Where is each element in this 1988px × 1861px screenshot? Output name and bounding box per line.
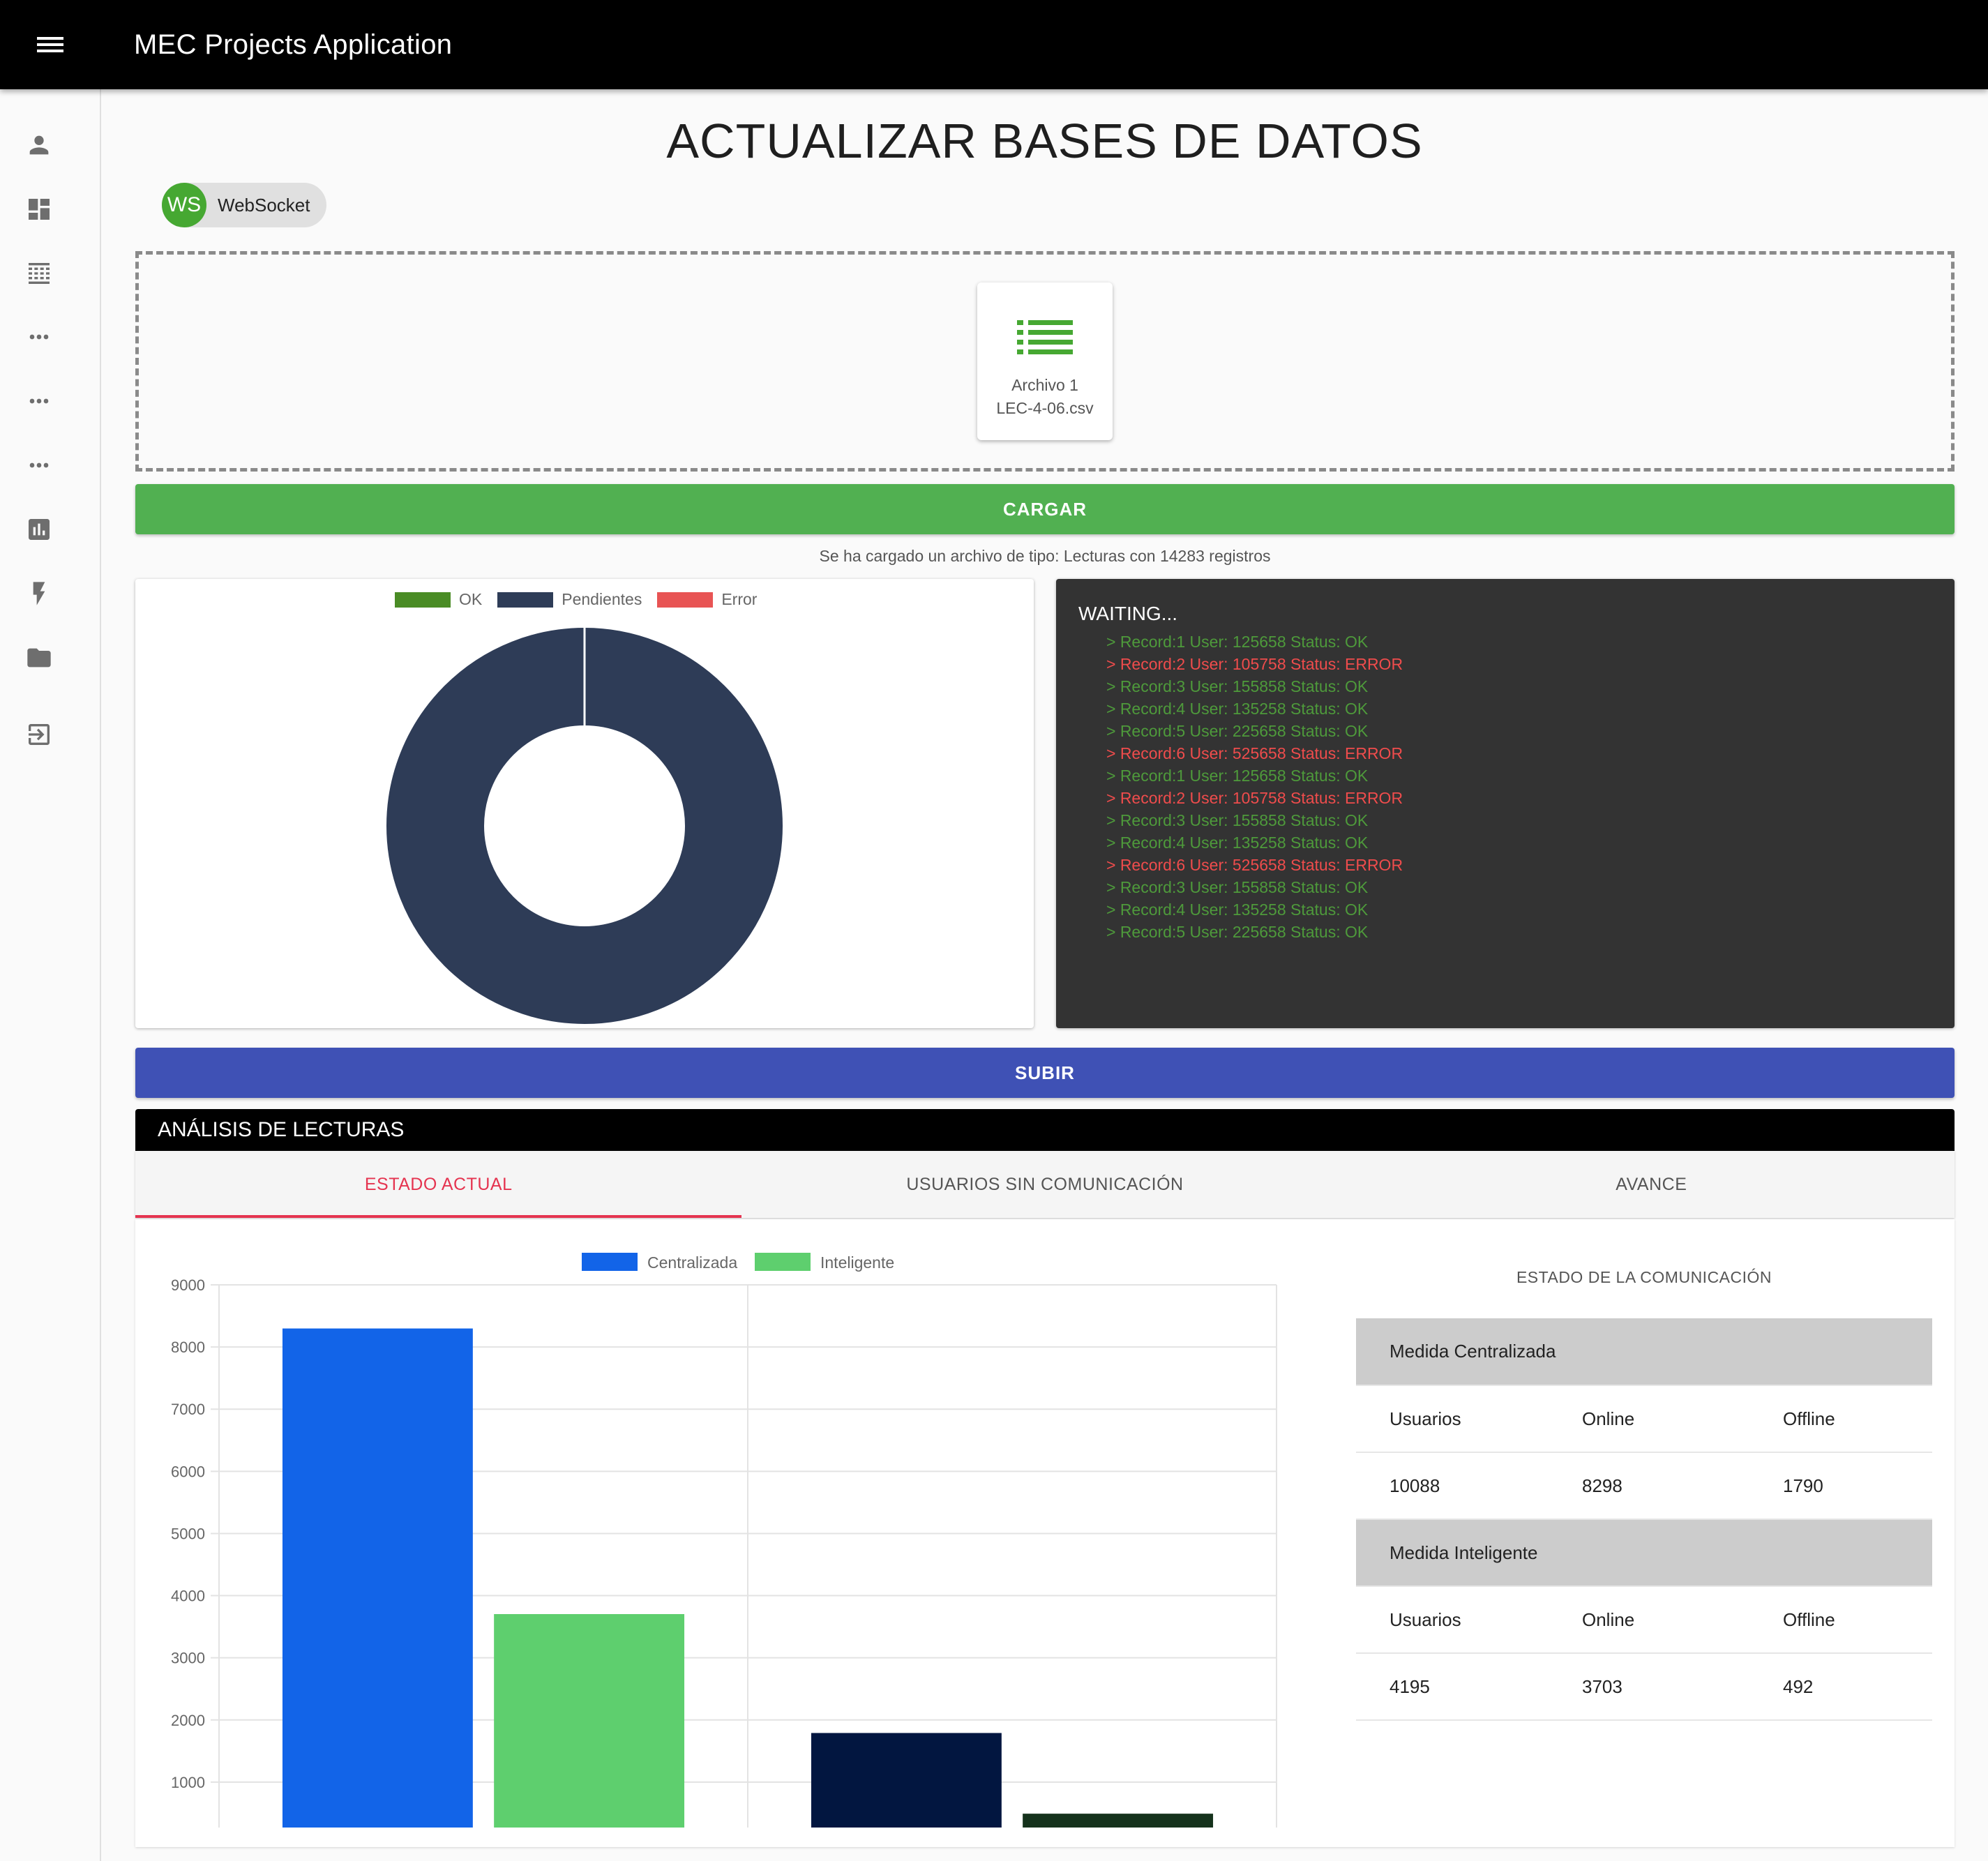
log-line: > Record:4 User: 135258 Status: OK [1106, 901, 1369, 919]
header-offline: Offline [1783, 1385, 1932, 1453]
communication-title: ESTADO DE LA COMUNICACIÓN [1516, 1268, 1772, 1286]
y-tick-label: 4000 [171, 1588, 205, 1605]
file-name: LEC-4-06.csv [996, 399, 1094, 417]
legend-swatch[interactable] [582, 1253, 638, 1271]
upload-button[interactable]: SUBIR [135, 1048, 1955, 1098]
donut-chart [386, 628, 783, 1024]
websocket-log: WAITING... > Record:1 User: 125658 Statu… [1056, 579, 1955, 1028]
file-card[interactable]: Archivo 1 LEC-4-06.csv [977, 282, 1113, 440]
tab-usuarios-sin-comunicacion[interactable]: USUARIOS SIN COMUNICACIÓN [741, 1151, 1348, 1218]
value-usuarios: 10088 [1356, 1452, 1582, 1520]
y-tick-label: 9000 [171, 1276, 205, 1294]
folder-icon[interactable] [0, 633, 78, 682]
log-lines: > Record:1 User: 125658 Status: OK > Reco… [1106, 631, 1403, 943]
y-tick-label: 6000 [171, 1463, 205, 1480]
legend-swatch[interactable] [755, 1253, 811, 1271]
websocket-chip[interactable]: WS WebSocket [162, 183, 326, 227]
log-line: > Record:5 User: 225658 Status: OK [1106, 923, 1369, 941]
app-title: MEC Projects Application [134, 29, 453, 60]
bar[interactable] [811, 1733, 1002, 1828]
flash-icon[interactable] [0, 569, 78, 618]
list-icon [1017, 320, 1073, 354]
log-title: WAITING... [1078, 603, 1178, 624]
more-horiz-icon[interactable] [0, 377, 78, 425]
group-row: Medida Inteligente [1356, 1519, 1932, 1587]
bar[interactable] [282, 1328, 473, 1828]
tab-avance[interactable]: AVANCE [1348, 1151, 1955, 1218]
group-name: Medida Centralizada [1356, 1318, 1932, 1386]
log-line: > Record:3 User: 155858 Status: OK [1106, 677, 1369, 695]
bar[interactable] [494, 1614, 685, 1828]
legend-label[interactable]: Inteligente [820, 1253, 894, 1272]
log-line: > Record:6 User: 525658 Status: ERROR [1106, 744, 1403, 762]
bar[interactable] [1023, 1814, 1214, 1828]
y-tick-label: 7000 [171, 1401, 205, 1418]
log-line: > Record:3 User: 155858 Status: OK [1106, 878, 1369, 896]
bar-chart-icon[interactable] [0, 505, 78, 554]
upload-status-message: Se ha cargado un archivo de tipo: Lectur… [819, 547, 1271, 565]
person-icon[interactable] [0, 121, 78, 169]
analysis-header: ANÁLISIS DE LECTURAS [135, 1109, 1955, 1151]
group-row: Medida Centralizada [1356, 1318, 1932, 1386]
value-usuarios: 4195 [1356, 1653, 1582, 1721]
log-line: > Record:4 User: 135258 Status: OK [1106, 700, 1369, 718]
log-line: > Record:3 User: 155858 Status: OK [1106, 811, 1369, 829]
chip-avatar: WS [162, 183, 206, 227]
login-icon[interactable] [0, 710, 78, 759]
y-tick-label: 8000 [171, 1339, 205, 1356]
value-offline: 1790 [1783, 1452, 1932, 1520]
y-tick-label: 1000 [171, 1774, 205, 1791]
log-line: > Record:1 User: 125658 Status: OK [1106, 767, 1369, 785]
log-line: > Record:2 User: 105758 Status: ERROR [1106, 655, 1403, 673]
more-horiz-icon[interactable] [0, 312, 78, 361]
header-row: Usuarios Online Offline [1356, 1586, 1932, 1654]
load-button[interactable]: CARGAR [135, 484, 1955, 534]
header-online: Online [1582, 1385, 1783, 1453]
app-bar: MEC Projects Application [0, 0, 1988, 89]
y-tick-label: 3000 [171, 1650, 205, 1667]
value-offline: 492 [1783, 1653, 1932, 1721]
dashboard-icon[interactable] [0, 185, 78, 234]
status-bar-chart: CentralizadaInteligente01000200030004000… [171, 1253, 1277, 1828]
header-row: Usuarios Online Offline [1356, 1385, 1932, 1453]
analysis-tabs: ESTADO ACTUAL USUARIOS SIN COMUNICACIÓN … [135, 1151, 1955, 1218]
log-line: > Record:1 User: 125658 Status: OK [1106, 633, 1369, 651]
group-name: Medida Inteligente [1356, 1519, 1932, 1587]
header-usuarios: Usuarios [1356, 1385, 1582, 1453]
page-title: ACTUALIZAR BASES DE DATOS [666, 114, 1423, 168]
sidebar [0, 89, 101, 1861]
value-online: 3703 [1582, 1653, 1783, 1721]
table-icon[interactable] [0, 249, 78, 298]
progress-donut-card: OK Pendientes Error [135, 579, 1034, 1028]
log-line: > Record:4 User: 135258 Status: OK [1106, 834, 1369, 852]
y-tick-label: 2000 [171, 1712, 205, 1729]
menu-icon[interactable] [0, 0, 100, 89]
log-line: > Record:2 User: 105758 Status: ERROR [1106, 789, 1403, 807]
log-line: > Record:5 User: 225658 Status: OK [1106, 722, 1369, 740]
file-label: Archivo 1 [1011, 376, 1078, 394]
header-online: Online [1582, 1586, 1783, 1654]
legend-label[interactable]: Centralizada [647, 1253, 737, 1272]
value-online: 8298 [1582, 1452, 1783, 1520]
communication-table: Medida Centralizada Usuarios Online Offl… [1356, 1318, 1932, 1721]
header-offline: Offline [1783, 1586, 1932, 1654]
tab-estado-actual[interactable]: ESTADO ACTUAL [135, 1151, 742, 1218]
header-usuarios: Usuarios [1356, 1586, 1582, 1654]
more-horiz-icon[interactable] [0, 441, 78, 490]
table-row: 4195 3703 492 [1356, 1653, 1932, 1721]
chip-label: WebSocket [218, 194, 310, 216]
y-tick-label: 5000 [171, 1525, 205, 1542]
table-row: 10088 8298 1790 [1356, 1452, 1932, 1520]
log-line: > Record:6 User: 525658 Status: ERROR [1106, 856, 1403, 874]
